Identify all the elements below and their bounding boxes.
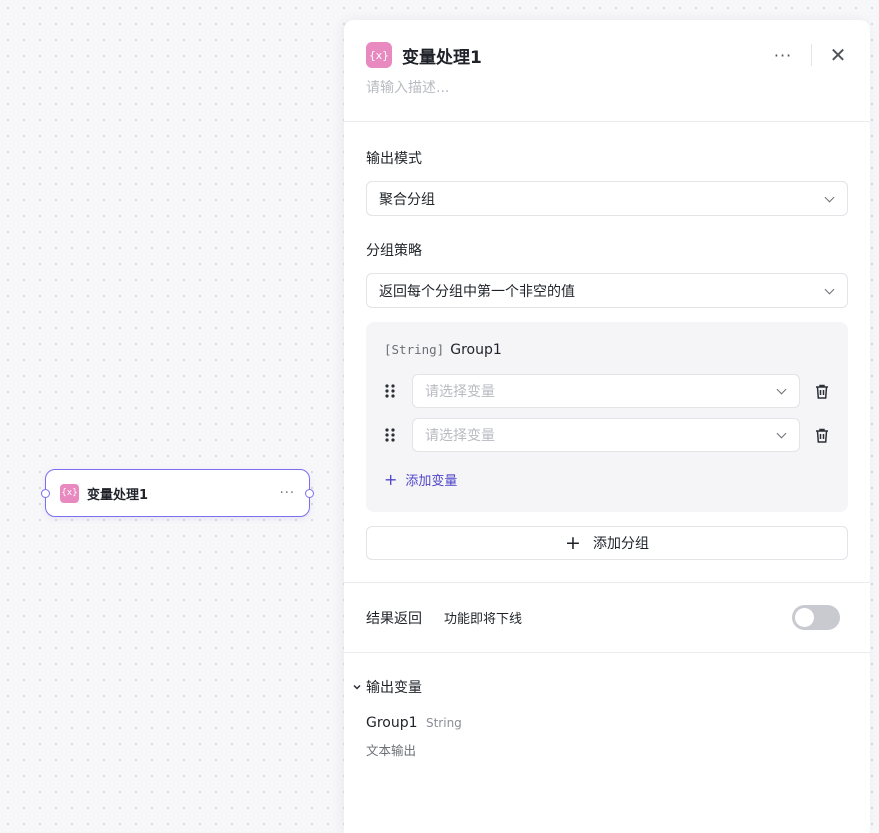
group-card: [String] Group1 请选择变量 请选择变量 + 添加变量 [366, 322, 848, 512]
more-icon[interactable]: ··· [280, 486, 295, 501]
output-variables-header[interactable]: 输出变量 [344, 677, 870, 697]
output-variable-item: Group1 String [344, 715, 870, 731]
add-variable-button[interactable]: + 添加变量 [384, 470, 830, 489]
output-variable-description: 文本输出 [366, 743, 417, 758]
chevron-down-icon [777, 386, 787, 396]
input-port[interactable] [41, 488, 50, 498]
group-name: Group1 [450, 342, 502, 358]
variable-icon: {x} [366, 42, 392, 68]
trash-icon[interactable] [800, 383, 830, 400]
node-title: 变量处理1 [87, 487, 149, 503]
group-type: [String] [384, 342, 445, 357]
drag-handle-icon[interactable] [384, 383, 412, 399]
header-divider [811, 44, 812, 66]
section-divider [344, 652, 870, 653]
output-port[interactable] [305, 488, 314, 498]
result-return-toggle[interactable] [792, 605, 840, 630]
trash-icon[interactable] [800, 427, 830, 444]
chevron-down-icon [777, 430, 787, 440]
group-strategy-select[interactable]: 返回每个分组中第一个非空的值 [366, 273, 848, 308]
more-icon[interactable]: ··· [771, 46, 795, 65]
chevron-down-icon [825, 194, 835, 204]
group-header[interactable]: [String] Group1 [384, 342, 830, 358]
close-icon[interactable]: ✕ [828, 45, 848, 65]
add-group-button[interactable]: + 添加分组 [366, 526, 848, 560]
panel-title[interactable]: 变量处理1 [402, 43, 771, 68]
variable-icon: {x} [60, 483, 79, 503]
variable-node[interactable]: {x} 变量处理1 ··· [41, 469, 314, 517]
variable-row: 请选择变量 [384, 418, 830, 452]
panel-header: {x} 变量处理1 ··· ✕ [344, 20, 870, 122]
variable-select-placeholder: 请选择变量 [425, 384, 495, 400]
output-mode-select[interactable]: 聚合分组 [366, 181, 848, 216]
description-input[interactable] [366, 80, 666, 96]
result-return-row: 结果返回 功能即将下线 [344, 583, 870, 652]
add-group-label: 添加分组 [592, 536, 649, 552]
output-variables-label: 输出变量 [366, 680, 422, 696]
add-variable-label: 添加变量 [405, 474, 458, 489]
drag-handle-icon[interactable] [384, 427, 412, 443]
variable-select[interactable]: 请选择变量 [412, 374, 800, 408]
output-variable-type: String [425, 716, 462, 730]
variable-select-placeholder: 请选择变量 [425, 428, 495, 444]
plus-icon: + [384, 469, 398, 489]
chevron-down-icon [348, 683, 366, 691]
output-mode-label: 输出模式 [366, 151, 422, 167]
deprecation-note: 功能即将下线 [444, 612, 523, 627]
output-mode-value: 聚合分组 [379, 191, 435, 208]
plus-icon: + [565, 531, 581, 554]
variable-select[interactable]: 请选择变量 [412, 418, 800, 452]
node-settings-panel: {x} 变量处理1 ··· ✕ 输出模式 聚合分组 分组策略 返回每个分组中第一… [344, 20, 870, 833]
variable-row: 请选择变量 [384, 374, 830, 408]
group-strategy-label: 分组策略 [366, 243, 422, 259]
group-strategy-value: 返回每个分组中第一个非空的值 [379, 283, 575, 300]
output-variable-name: Group1 [366, 715, 418, 731]
result-return-label: 结果返回 [366, 610, 422, 627]
chevron-down-icon [825, 286, 835, 296]
